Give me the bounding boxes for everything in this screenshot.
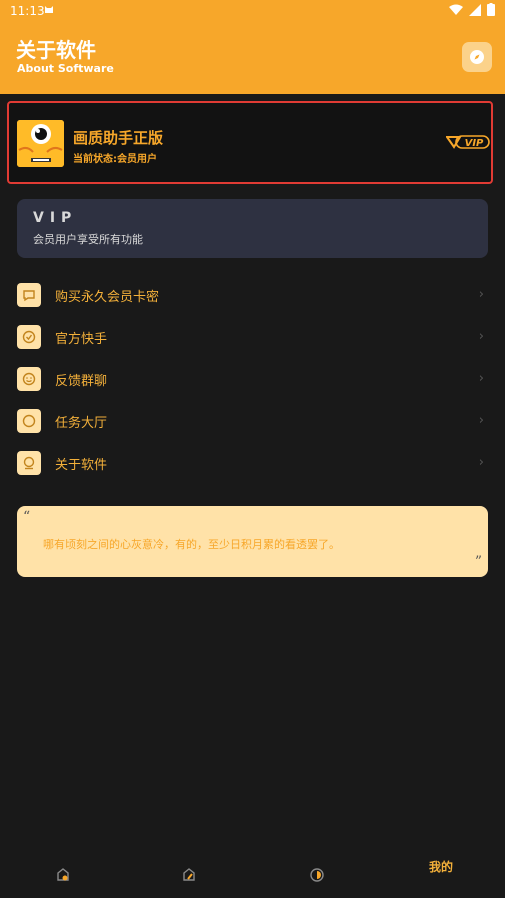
chevron-right-icon: › [478,413,484,428]
vip-card[interactable]: VIP 会员用户享受所有功能 [17,199,488,258]
chat-icon [17,283,41,307]
tab-mine[interactable]: 我的 [421,859,461,879]
bottom-tab-bar: 我的 [0,851,505,898]
tab-discover[interactable] [307,865,327,885]
tab-home[interactable] [53,865,73,885]
discover-tab-icon [310,868,324,882]
vip-description: 会员用户享受所有功能 [33,233,143,246]
avatar [17,120,64,167]
circle-icon [17,409,41,433]
vip-badge-text: VIP [465,138,484,149]
menu-item-label: 反馈群聊 [55,373,108,389]
chevron-right-icon: › [478,455,484,470]
status-bar: 11:13 [0,0,505,22]
tab-tools[interactable] [179,865,199,885]
quote-open-icon: “ [23,509,31,525]
menu-item-official-kuaishou[interactable]: 官方快手 › [17,316,488,358]
badge-check-icon [17,325,41,349]
battery-icon [487,3,495,16]
home-tab-icon [57,868,69,881]
chevron-right-icon: › [478,329,484,344]
status-time: 11:13 [10,4,45,18]
chevron-right-icon: › [478,371,484,386]
signal-icon [469,3,481,16]
chevron-right-icon: › [478,287,484,302]
quote-close-icon: ” [474,554,482,570]
compass-button[interactable] [462,42,492,72]
tools-tab-icon [183,868,195,881]
wifi-icon [449,4,463,15]
menu-item-label: 任务大厅 [55,415,108,431]
notification-cat-icon [44,4,54,17]
menu-item-task-hall[interactable]: 任务大厅 › [17,400,488,442]
menu-item-label: 关于软件 [55,457,108,473]
settings-menu: 购买永久会员卡密 › 官方快手 › 反馈群聊 › 任务大厅 › 关于软件 › [17,274,488,484]
quote-text: 哪有顷刻之间的心灰意冷，有的，至少日积月累的看透罢了。 [43,538,340,551]
menu-item-label: 官方快手 [55,331,108,347]
app-header: 关于软件 About Software [0,22,505,94]
page-subtitle: About Software [17,62,114,75]
menu-item-buy-membership[interactable]: 购买永久会员卡密 › [17,274,488,316]
smile-icon [17,367,41,391]
info-icon [17,451,41,475]
quote-card: “ 哪有顷刻之间的心灰意冷，有的，至少日积月累的看透罢了。 ” [17,506,488,577]
vip-badge: VIP [445,133,490,151]
menu-item-label: 购买永久会员卡密 [55,289,160,305]
page-title: 关于软件 [16,38,96,62]
profile-card[interactable]: 画质助手正版 当前状态:会员用户 VIP [7,101,493,184]
app-name: 画质助手正版 [73,129,164,147]
menu-item-feedback-group[interactable]: 反馈群聊 › [17,358,488,400]
membership-status: 当前状态:会员用户 [73,154,157,165]
tab-mine-label: 我的 [428,860,453,874]
menu-item-about-software[interactable]: 关于软件 › [17,442,488,484]
vip-title: VIP [33,210,78,226]
compass-icon [470,50,484,64]
